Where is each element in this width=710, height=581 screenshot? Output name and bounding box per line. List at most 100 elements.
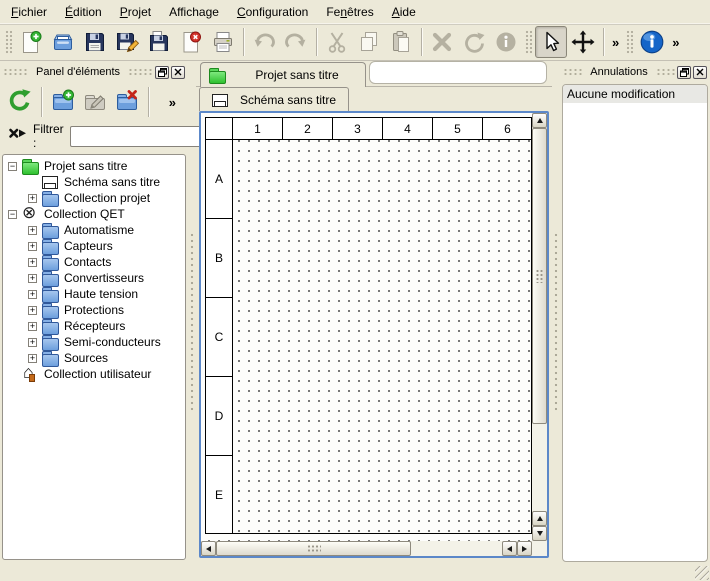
info-button[interactable] (490, 26, 522, 58)
toolbar-overflow-button[interactable]: » (608, 35, 623, 50)
tree-item[interactable]: Convertisseurs (3, 270, 185, 286)
undo-button[interactable] (248, 26, 280, 58)
vertical-scroll-thumb[interactable] (532, 128, 547, 424)
tree-item-icon (22, 367, 39, 381)
tree-expander[interactable] (28, 258, 37, 267)
move-tool-button[interactable] (567, 26, 599, 58)
tree-item-icon (42, 287, 59, 301)
new-document-button[interactable] (15, 26, 47, 58)
tree-item[interactable]: Schéma sans titre (3, 174, 185, 190)
dock-float-button[interactable] (155, 66, 169, 79)
tree-item[interactable]: Semi-conducteurs (3, 334, 185, 350)
tree-expander[interactable] (28, 178, 37, 187)
undo-history-list[interactable]: Aucune modification (562, 84, 708, 562)
horizontal-scrollbar[interactable] (201, 541, 532, 556)
scroll-left-button[interactable] (201, 541, 216, 556)
tree-expander[interactable] (28, 194, 37, 203)
right-splitter[interactable] (552, 62, 560, 581)
scroll-down-button[interactable] (532, 526, 547, 541)
menu-item[interactable]: Fenêtres (317, 1, 382, 23)
elements-panel-header[interactable]: Panel d'éléments (0, 62, 188, 82)
tab-project[interactable]: Projet sans titre (200, 62, 366, 87)
select-pointer-button[interactable] (535, 26, 567, 58)
tree-expander[interactable] (8, 210, 17, 219)
row-header: B (206, 219, 232, 298)
print-button[interactable] (207, 26, 239, 58)
clear-filter-icon[interactable] (7, 127, 27, 145)
tree-expander[interactable] (28, 322, 37, 331)
menu-item[interactable]: Édition (56, 1, 111, 23)
close-file-button[interactable] (175, 26, 207, 58)
new-document-icon (19, 30, 43, 54)
tree-item[interactable]: Haute tension (3, 286, 185, 302)
menu-item[interactable]: Aide (383, 1, 425, 23)
tree-item[interactable]: Capteurs (3, 238, 185, 254)
horizontal-scroll-thumb[interactable] (216, 541, 411, 556)
tree-item[interactable]: Protections (3, 302, 185, 318)
menu-item[interactable]: Fichier (2, 1, 56, 23)
tree-expander[interactable] (28, 338, 37, 347)
panel-toolbar-overflow-button[interactable]: » (165, 95, 180, 110)
tree-item[interactable]: Collection QET (3, 206, 185, 222)
column-header: 4 (383, 118, 433, 139)
tree-item[interactable]: Collection utilisateur (3, 366, 185, 382)
rotate-button[interactable] (458, 26, 490, 58)
column-header: 1 (233, 118, 283, 139)
dock-close-button[interactable] (171, 66, 185, 79)
new-category-button[interactable] (47, 86, 79, 118)
scroll-up-button[interactable] (532, 113, 547, 128)
undo-panel-header[interactable]: Annulations (560, 62, 710, 82)
delete-category-button[interactable] (111, 86, 143, 118)
schema-icon (212, 93, 229, 107)
tab-schema[interactable]: Schéma sans titre (199, 87, 349, 111)
copy-button[interactable] (353, 26, 385, 58)
toolbar-drag-handle[interactable] (525, 30, 532, 54)
tree-expander[interactable] (28, 306, 37, 315)
toolbar-overflow-button[interactable]: » (668, 35, 683, 50)
paste-button[interactable] (385, 26, 417, 58)
tree-expander[interactable] (28, 290, 37, 299)
menu-item[interactable]: Affichage (160, 1, 228, 23)
undo-list-item[interactable]: Aucune modification (563, 85, 707, 103)
scroll-up-button-2[interactable] (532, 511, 547, 526)
tree-expander[interactable] (8, 370, 17, 379)
tree-expander[interactable] (8, 162, 17, 171)
arrow-right-icon (522, 546, 530, 552)
delete-button[interactable] (426, 26, 458, 58)
open-button[interactable] (47, 26, 79, 58)
dock-close-button[interactable] (693, 66, 707, 79)
tree-item-label: Collection projet (64, 191, 150, 205)
menu-item[interactable]: Configuration (228, 1, 317, 23)
tree-item-label: Haute tension (64, 287, 138, 301)
tree-item[interactable]: Projet sans titre (3, 158, 185, 174)
menu-item[interactable]: Projet (111, 1, 160, 23)
window-size-grip[interactable] (695, 566, 709, 580)
tree-expander[interactable] (28, 226, 37, 235)
vertical-scrollbar[interactable] (532, 113, 547, 541)
tree-item[interactable]: Contacts (3, 254, 185, 270)
diagram-canvas[interactable]: 1 2 3 4 5 6 A (201, 113, 532, 541)
left-splitter[interactable] (188, 62, 196, 581)
scroll-right-button[interactable] (517, 541, 532, 556)
cut-button[interactable] (321, 26, 353, 58)
tree-expander[interactable] (28, 242, 37, 251)
row-header: D (206, 377, 232, 456)
about-qet-button[interactable] (636, 26, 668, 58)
reload-collections-button[interactable] (4, 86, 36, 118)
toolbar-drag-handle[interactable] (626, 30, 633, 54)
tree-item[interactable]: Automatisme (3, 222, 185, 238)
scroll-left-button-2[interactable] (502, 541, 517, 556)
row-header: E (206, 456, 232, 534)
redo-button[interactable] (280, 26, 312, 58)
save-as-button[interactable] (111, 26, 143, 58)
toolbar-drag-handle[interactable] (5, 30, 12, 54)
tree-item[interactable]: Récepteurs (3, 318, 185, 334)
save-button[interactable] (79, 26, 111, 58)
dock-float-button[interactable] (677, 66, 691, 79)
move-icon (571, 30, 595, 54)
save-all-button[interactable] (143, 26, 175, 58)
diagram-view[interactable]: 1 2 3 4 5 6 A (199, 111, 549, 558)
arrow-up-icon (537, 513, 543, 521)
tree-expander[interactable] (28, 274, 37, 283)
edit-category-button[interactable] (79, 86, 111, 118)
